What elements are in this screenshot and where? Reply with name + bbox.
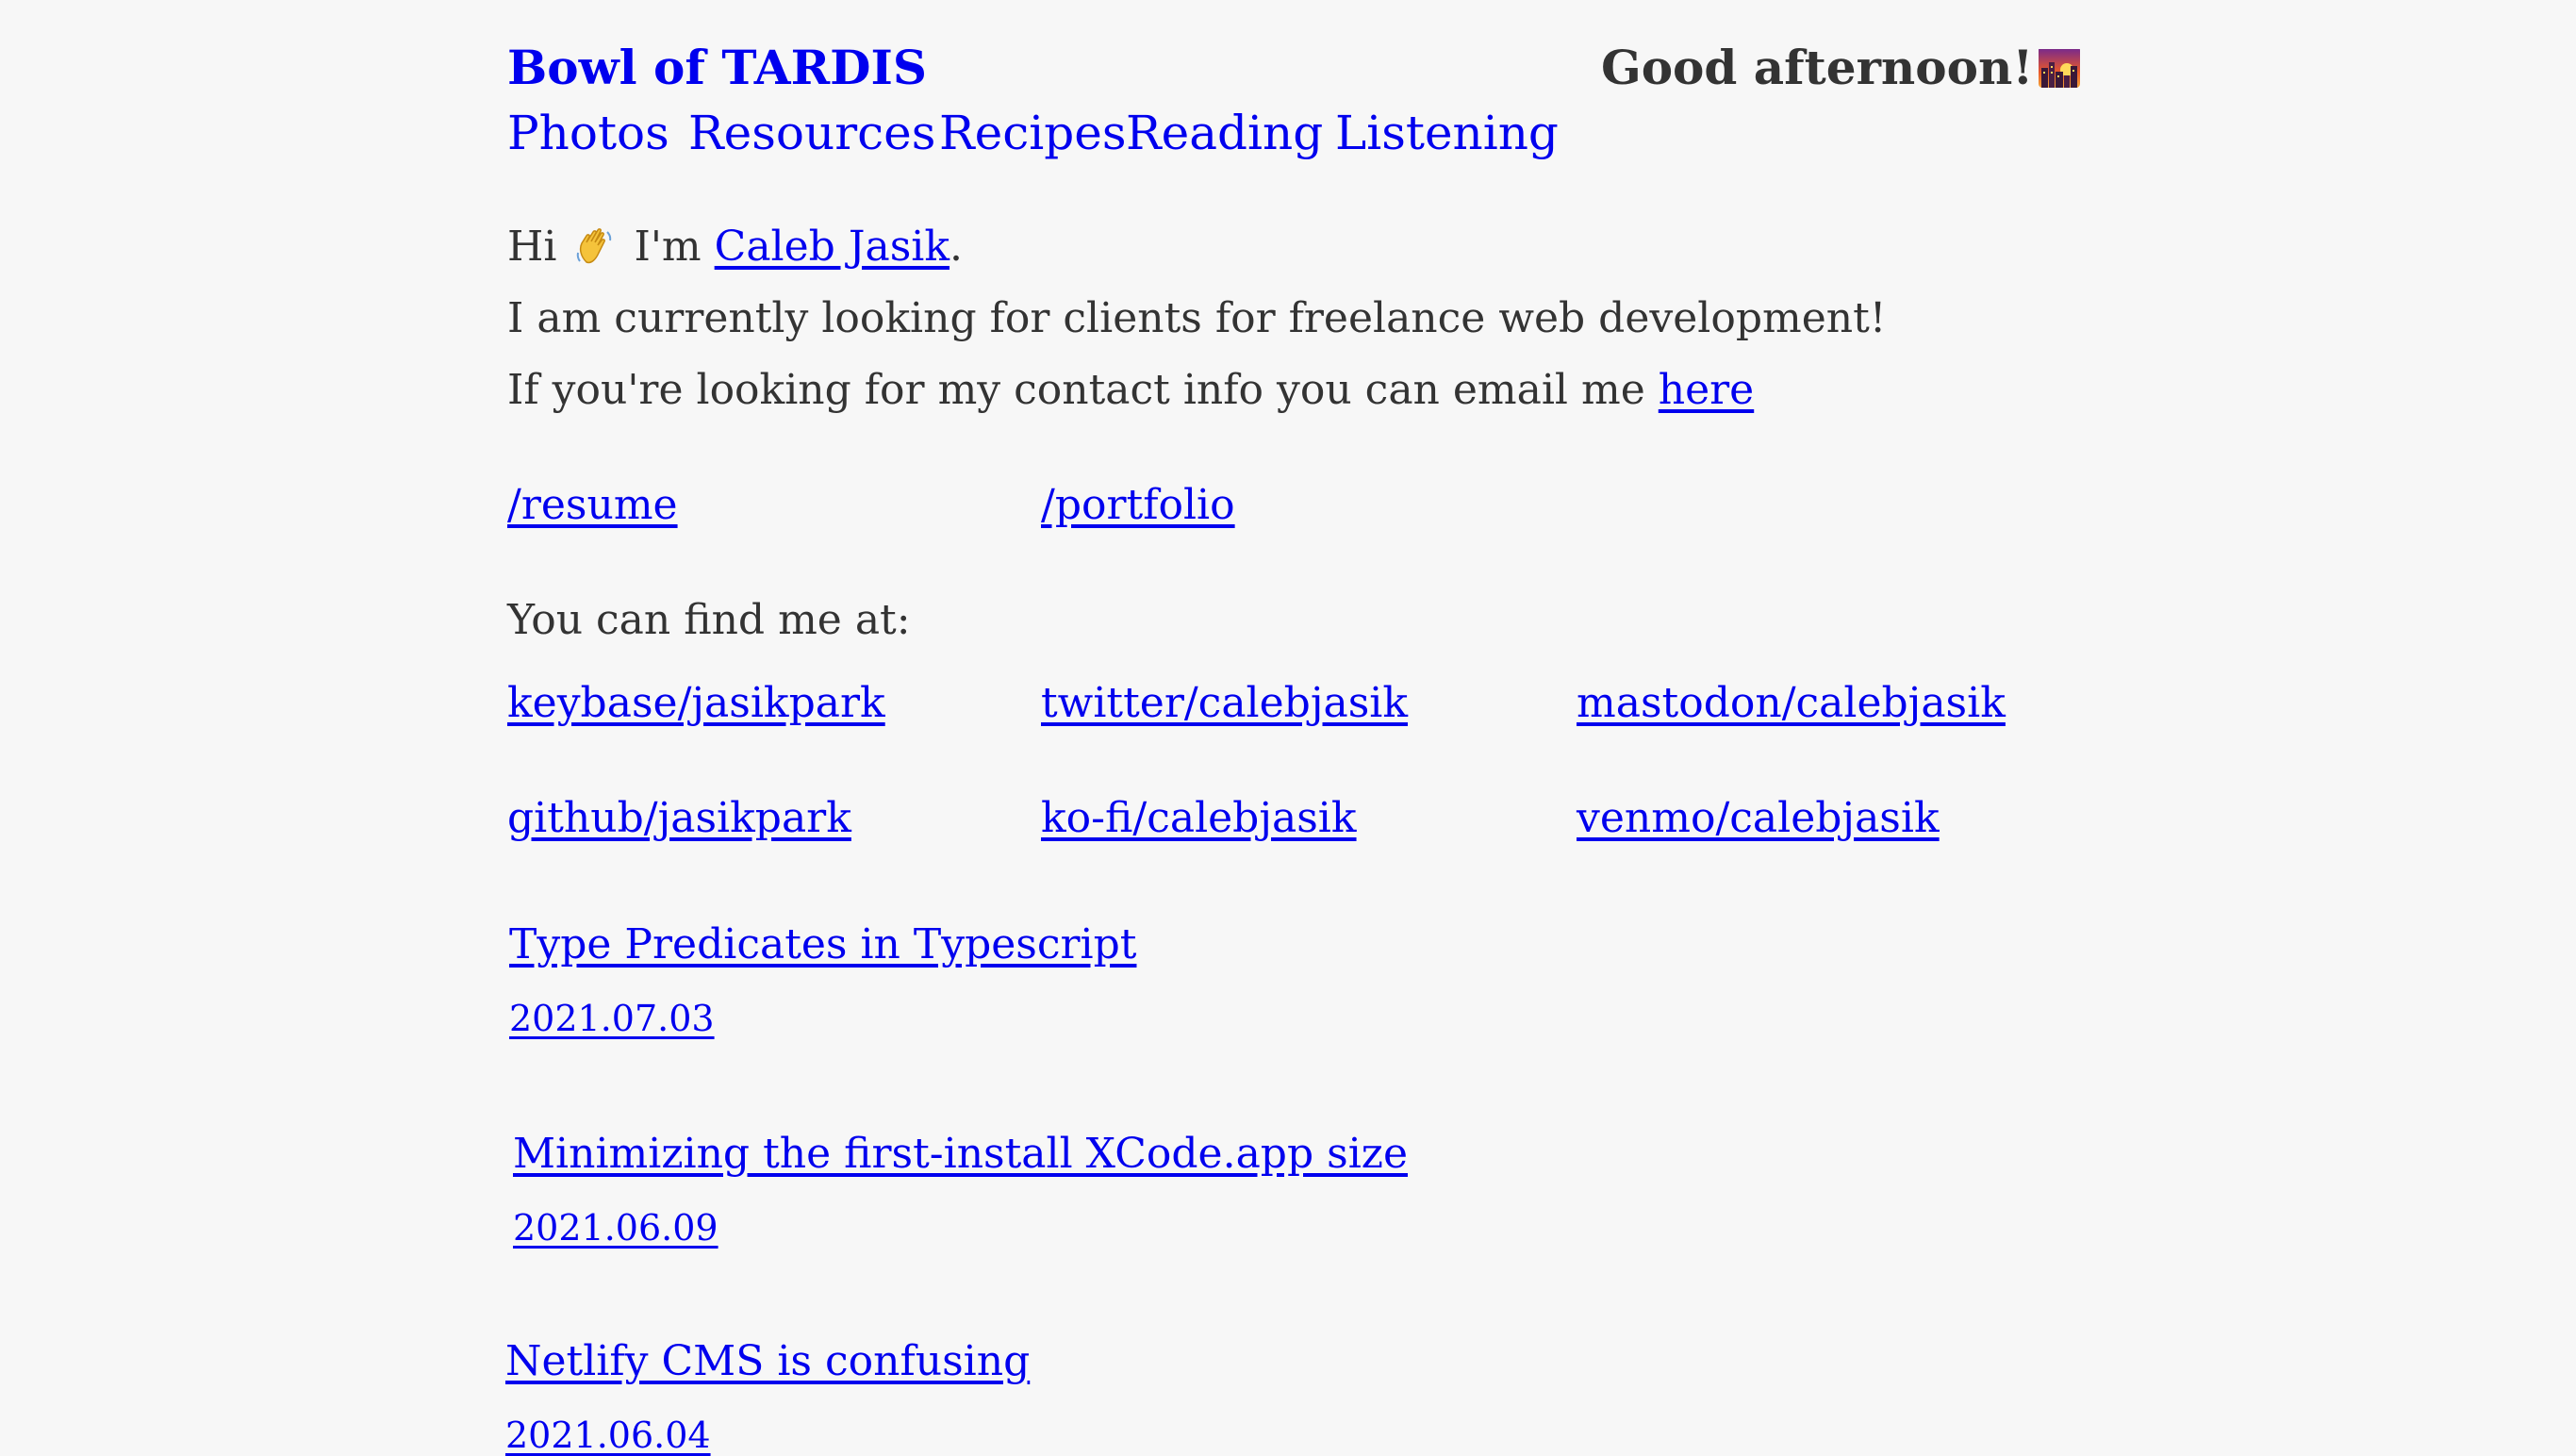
post-title[interactable]: Netlify CMS is confusing	[505, 1337, 1030, 1385]
site-title-link[interactable]: Bowl of TARDIS	[507, 40, 927, 95]
social-link-venmo[interactable]: venmo/calebjasik	[1577, 794, 1940, 842]
nav-recipes[interactable]: Recipes	[939, 106, 1127, 160]
post-date[interactable]: 2021.06.09	[513, 1207, 718, 1249]
name-link[interactable]: Caleb Jasik	[715, 223, 949, 271]
post-title[interactable]: Type Predicates in Typescript	[509, 920, 1136, 968]
social-link-twitter[interactable]: twitter/calebjasik	[1041, 679, 1408, 727]
waving-hand-icon	[573, 224, 617, 268]
portfolio-link[interactable]: /portfolio	[1041, 481, 1235, 529]
freelance-text: I am currently looking for clients for f…	[507, 294, 1887, 342]
nav-photos[interactable]: Photos	[507, 106, 669, 160]
nav-resources[interactable]: Resources	[688, 106, 935, 160]
greeting-text: Good afternoon!	[1601, 40, 2034, 95]
contact-text: If you're looking for my contact info yo…	[507, 366, 1645, 414]
post-date[interactable]: 2021.07.03	[509, 998, 715, 1039]
post-title[interactable]: Minimizing the first-install XCode.app s…	[513, 1130, 1408, 1178]
period-text: .	[949, 223, 964, 271]
social-link-github[interactable]: github/jasikpark	[507, 794, 851, 842]
sunset-cityscape-icon	[2039, 46, 2081, 88]
post-date[interactable]: 2021.06.04	[505, 1415, 711, 1456]
social-link-mastodon[interactable]: mastodon/calebjasik	[1577, 679, 2006, 727]
nav-listening[interactable]: Listening	[1335, 106, 1559, 160]
greeting: Good afternoon!	[1601, 40, 2081, 95]
social-heading: You can find me at:	[507, 596, 911, 644]
social-link-keybase[interactable]: keybase/jasikpark	[507, 679, 885, 727]
intro-line-1: Hi I'm Caleb Jasik.	[507, 223, 963, 271]
hi-text: Hi	[507, 223, 557, 271]
im-text: I'm	[634, 223, 702, 271]
social-link-kofi[interactable]: ko-fi/calebjasik	[1041, 794, 1357, 842]
email-here-link[interactable]: here	[1659, 366, 1754, 414]
nav-reading[interactable]: Reading	[1126, 106, 1323, 160]
resume-link[interactable]: /resume	[507, 481, 678, 529]
contact-line: If you're looking for my contact info yo…	[507, 366, 1754, 414]
